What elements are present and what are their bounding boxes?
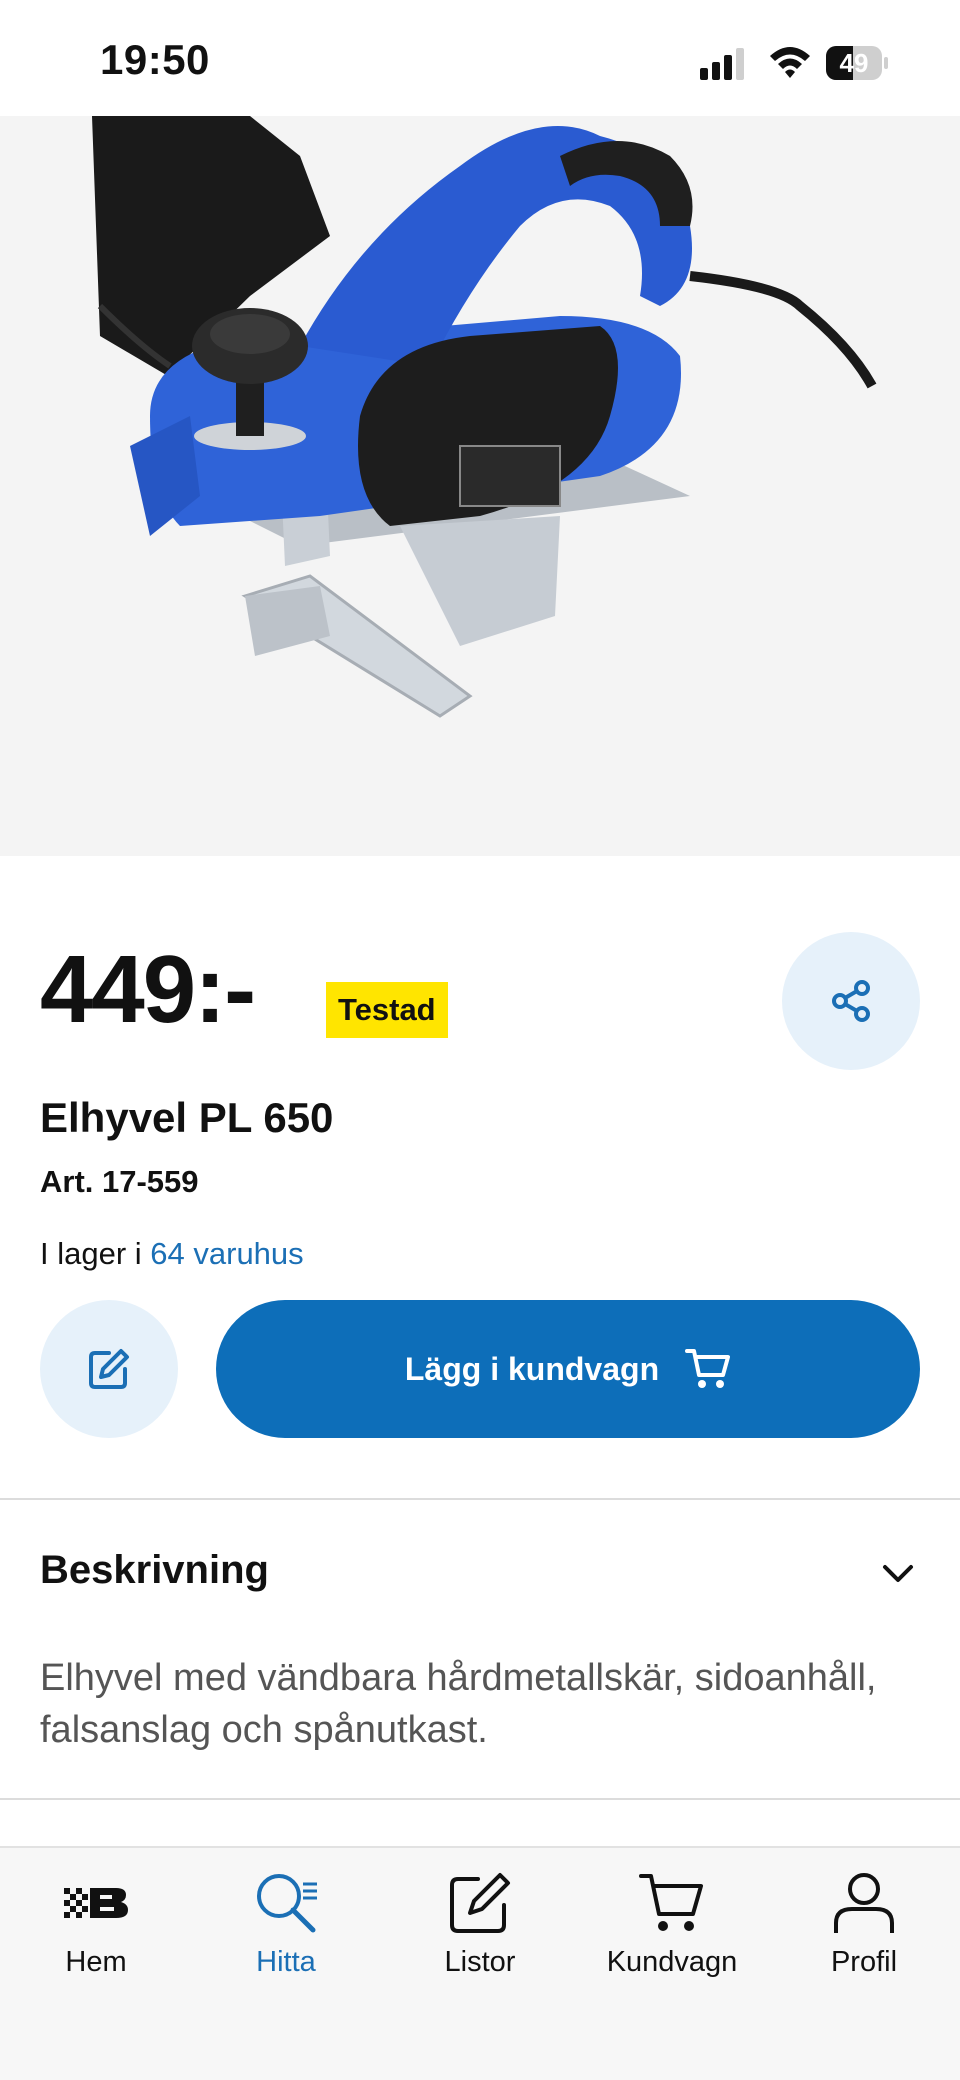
nav-label-listor: Listor <box>444 1946 516 1978</box>
search-icon <box>257 1874 317 1933</box>
stock-prefix: I lager i <box>40 1236 151 1271</box>
nav-item-kundvagn[interactable]: Kundvagn <box>582 1868 762 1988</box>
nav-label-kundvagn: Kundvagn <box>606 1946 738 1978</box>
battery-icon: 49 <box>826 46 888 80</box>
nav-item-hitta[interactable]: Hitta <box>196 1868 376 1988</box>
share-icon <box>832 980 870 1022</box>
nav-label-profil: Profil <box>830 1946 898 1978</box>
cart-icon <box>685 1349 731 1388</box>
tested-badge: Testad <box>326 982 448 1038</box>
product-image[interactable] <box>0 116 960 856</box>
add-to-cart-label: Lägg i kundvagn <box>404 1350 660 1387</box>
stock-info: I lager i 64 varuhus <box>40 1236 304 1272</box>
product-title: Elhyvel PL 650 <box>40 1094 334 1141</box>
user-icon <box>834 1873 894 1933</box>
add-to-list-button[interactable] <box>40 1300 178 1438</box>
bauhaus-logo-icon <box>64 1888 128 1918</box>
share-button[interactable] <box>782 932 920 1070</box>
nav-label-hitta: Hitta <box>256 1946 316 1978</box>
article-number: Art. 17-559 <box>40 1164 199 1199</box>
stores-link[interactable]: 64 varuhus <box>150 1236 303 1271</box>
chevron-down-icon[interactable] <box>882 1564 914 1584</box>
nav-item-hem[interactable]: Hem <box>6 1868 186 1988</box>
nav-item-listor[interactable]: Listor <box>390 1868 570 1988</box>
bottom-nav: Hem Hitta Listor Kundvagn Profil <box>0 1846 960 2080</box>
description-text: Elhyvel med vändbara hårdmetallskär, sid… <box>40 1657 877 1751</box>
edit-icon <box>89 1349 129 1389</box>
divider <box>0 1798 960 1800</box>
description-header[interactable]: Beskrivning <box>40 1548 269 1593</box>
status-time: 19:50 <box>100 36 210 83</box>
electric-planer-illustration <box>92 116 877 718</box>
cart-icon <box>639 1874 703 1931</box>
price: 449:- <box>40 936 256 1043</box>
add-to-cart-button[interactable]: Lägg i kundvagn <box>216 1300 920 1438</box>
divider <box>0 1498 960 1500</box>
battery-percent: 49 <box>839 48 869 78</box>
signal-icon <box>700 48 744 80</box>
status-bar: 19:50 49 <box>0 0 960 116</box>
nav-label-hem: Hem <box>65 1946 127 1978</box>
wifi-icon <box>770 47 810 78</box>
nav-item-profil[interactable]: Profil <box>774 1868 954 1988</box>
edit-icon <box>450 1873 510 1933</box>
